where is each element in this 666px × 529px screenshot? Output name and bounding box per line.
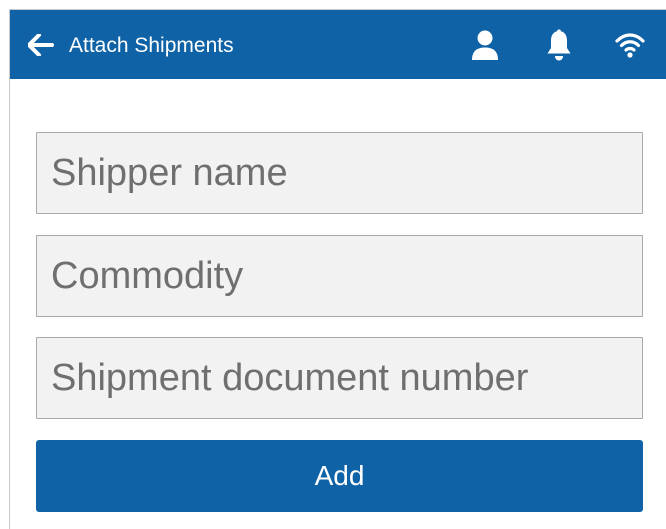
shipment-document-number-input[interactable] [36, 337, 643, 419]
bell-icon [547, 29, 571, 61]
notifications-button[interactable] [543, 28, 575, 62]
user-icon [472, 30, 498, 60]
commodity-input[interactable] [36, 235, 643, 317]
app-window: Attach Shipments Add [9, 9, 666, 529]
user-button[interactable] [469, 28, 501, 62]
back-button[interactable] [27, 33, 54, 57]
add-button[interactable]: Add [36, 440, 643, 512]
app-header: Attach Shipments [10, 10, 666, 79]
back-arrow-icon [27, 33, 54, 57]
shipper-name-input[interactable] [36, 132, 643, 214]
wifi-icon [615, 33, 645, 58]
page-title: Attach Shipments [69, 34, 234, 57]
connection-status[interactable] [614, 28, 646, 62]
